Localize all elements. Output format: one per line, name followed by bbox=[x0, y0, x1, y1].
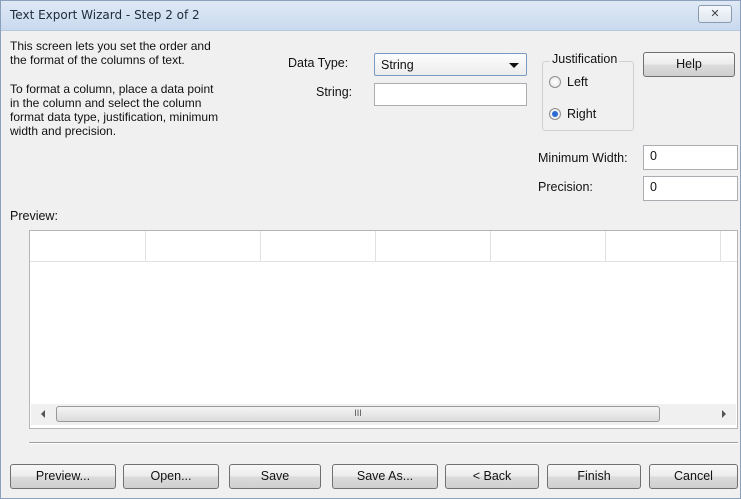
column-divider[interactable] bbox=[145, 231, 146, 261]
justify-right-radio[interactable] bbox=[549, 108, 561, 120]
open-button[interactable]: Open... bbox=[123, 464, 219, 489]
justify-left-radio[interactable] bbox=[549, 76, 561, 88]
instruction-line-6: width and precision. bbox=[10, 124, 117, 138]
close-icon: ✕ bbox=[710, 8, 720, 20]
justification-title: Justification bbox=[550, 52, 620, 66]
column-divider[interactable] bbox=[720, 231, 721, 261]
window-title: Text Export Wizard - Step 2 of 2 bbox=[10, 8, 200, 22]
justify-left-label: Left bbox=[567, 75, 588, 89]
preview-label: Preview: bbox=[10, 209, 58, 223]
save-button[interactable]: Save bbox=[229, 464, 321, 489]
title-bar: Text Export Wizard - Step 2 of 2 ✕ bbox=[1, 1, 740, 31]
preview-button[interactable]: Preview... bbox=[10, 464, 116, 489]
instruction-line-5: format data type, justification, minimum bbox=[10, 110, 219, 124]
column-divider[interactable] bbox=[260, 231, 261, 261]
back-button[interactable]: < Back bbox=[445, 464, 539, 489]
chevron-down-icon bbox=[509, 63, 519, 68]
data-type-value: String bbox=[381, 58, 414, 72]
column-divider[interactable] bbox=[605, 231, 606, 261]
data-type-label: Data Type: bbox=[288, 56, 349, 70]
instruction-line-2: the format of the columns of text. bbox=[10, 53, 185, 67]
instruction-line-3: To format a column, place a data point bbox=[10, 82, 214, 96]
close-button[interactable]: ✕ bbox=[698, 5, 732, 23]
instruction-line-4: in the column and select the column bbox=[10, 96, 202, 110]
finish-button[interactable]: Finish bbox=[547, 464, 641, 489]
instruction-line-1: This screen lets you set the order and bbox=[10, 39, 211, 53]
precision-input[interactable]: 0 bbox=[643, 176, 738, 201]
minimum-width-input[interactable]: 0 bbox=[643, 145, 738, 170]
preview-header-row bbox=[30, 231, 737, 262]
preview-grid[interactable]: III bbox=[29, 230, 738, 429]
separator bbox=[29, 442, 738, 444]
column-divider[interactable] bbox=[490, 231, 491, 261]
minimum-width-label: Minimum Width: bbox=[538, 151, 628, 165]
arrow-right-icon[interactable] bbox=[722, 410, 726, 418]
justify-right-label: Right bbox=[567, 107, 597, 121]
string-input[interactable] bbox=[374, 83, 527, 106]
string-label: String: bbox=[316, 85, 353, 99]
data-type-select[interactable]: String bbox=[374, 53, 527, 76]
help-button[interactable]: Help bbox=[643, 52, 735, 77]
precision-label: Precision: bbox=[538, 180, 593, 194]
arrow-left-icon[interactable] bbox=[41, 410, 45, 418]
column-divider[interactable] bbox=[375, 231, 376, 261]
cancel-button[interactable]: Cancel bbox=[649, 464, 738, 489]
save-as-button[interactable]: Save As... bbox=[332, 464, 438, 489]
horizontal-scrollbar[interactable]: III bbox=[31, 404, 736, 425]
scrollbar-thumb[interactable]: III bbox=[56, 406, 660, 422]
export-wizard-window: Text Export Wizard - Step 2 of 2 ✕ This … bbox=[0, 0, 741, 499]
